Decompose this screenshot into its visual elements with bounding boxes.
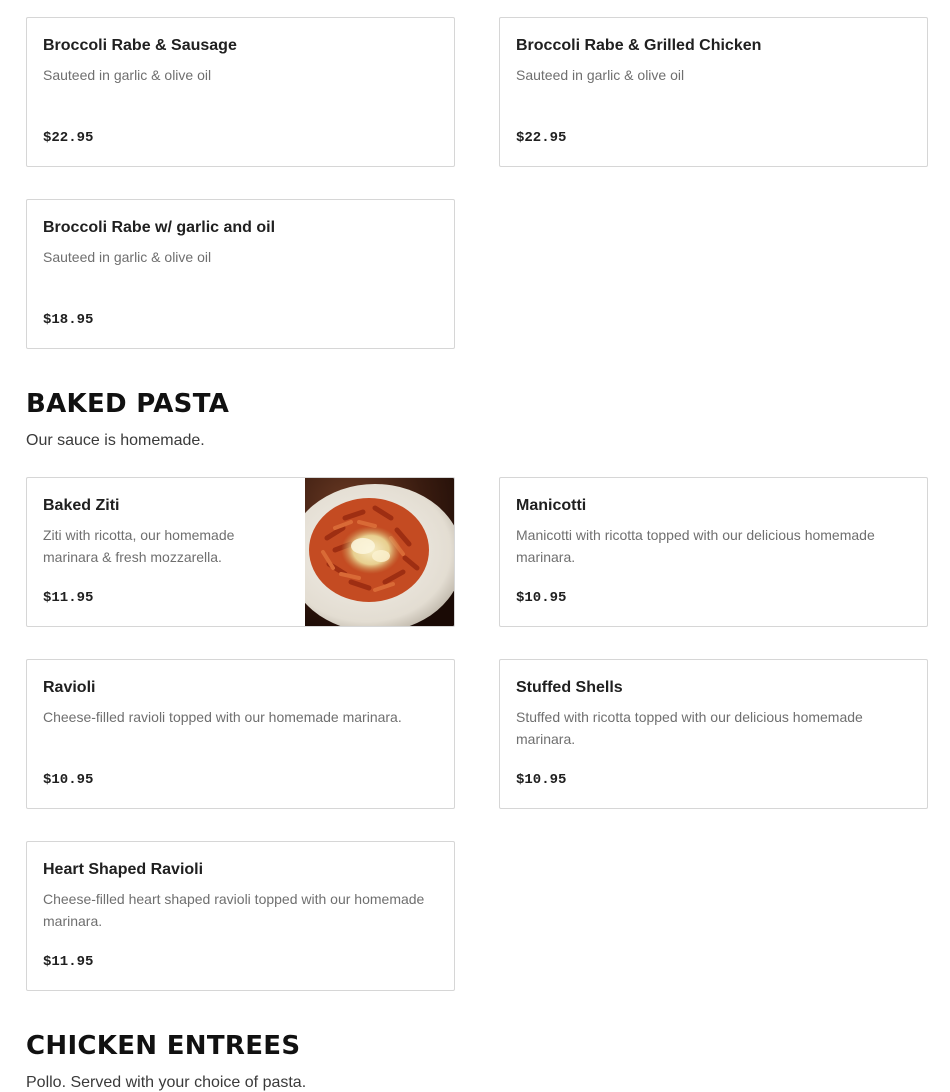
menu-item-name: Broccoli Rabe w/ garlic and oil [43, 219, 276, 236]
menu-item-card[interactable]: Broccoli Rabe w/ garlic and oil Sauteed … [26, 199, 455, 349]
menu-item-price: $10.95 [43, 772, 94, 788]
menu-item-price: $22.95 [516, 130, 567, 146]
menu-item-price: $22.95 [43, 130, 94, 146]
menu-item-card[interactable]: Ravioli Cheese-filled ravioli topped wit… [26, 659, 455, 809]
menu-item-card[interactable]: Heart Shaped Ravioli Cheese-filled heart… [26, 841, 455, 991]
menu-item-name: Stuffed Shells [516, 679, 623, 696]
menu-item-name: Broccoli Rabe & Sausage [43, 37, 237, 54]
menu-item-description: Stuffed with ricotta topped with our del… [516, 709, 863, 747]
menu-item-price: $11.95 [43, 590, 94, 606]
menu-item-price: $10.95 [516, 590, 567, 606]
menu-item-description: Sauteed in garlic & olive oil [516, 67, 685, 83]
menu-item-description: Cheese-filled heart shaped ravioli toppe… [43, 891, 425, 929]
menu-item-name: Heart Shaped Ravioli [43, 861, 204, 878]
section-subtitle-baked-pasta: Our sauce is homemade. [26, 432, 205, 449]
menu-item-name: Baked Ziti [43, 497, 120, 514]
menu-item-name: Manicotti [516, 497, 587, 514]
menu-item-description: Ziti with ricotta, our homemade marinara… [43, 527, 235, 565]
baked-ziti-photo [305, 478, 454, 626]
menu-item-description: Sauteed in garlic & olive oil [43, 67, 212, 83]
menu-item-price: $11.95 [43, 954, 94, 970]
menu-item-card[interactable]: Broccoli Rabe & Sausage Sauteed in garli… [26, 17, 455, 167]
menu-item-description: Manicotti with ricotta topped with our d… [516, 527, 875, 565]
section-subtitle-chicken-entrees: Pollo. Served with your choice of pasta. [26, 1074, 307, 1091]
menu-item-description: Sauteed in garlic & olive oil [43, 249, 212, 265]
menu-item-price: $10.95 [516, 772, 567, 788]
menu-item-card[interactable]: Manicotti Manicotti with ricotta topped … [499, 477, 928, 627]
menu-item-description: Cheese-filled ravioli topped with our ho… [43, 709, 402, 725]
menu-item-card[interactable]: Stuffed Shells Stuffed with ricotta topp… [499, 659, 928, 809]
menu-item-name: Ravioli [43, 679, 96, 696]
section-title-chicken-entrees: CHICKEN ENTREES [26, 1031, 301, 1061]
menu-item-price: $18.95 [43, 312, 94, 328]
menu-item-name: Broccoli Rabe & Grilled Chicken [516, 37, 762, 54]
section-title-baked-pasta: BAKED PASTA [26, 389, 230, 419]
menu-item-card[interactable]: Baked Ziti Ziti with ricotta, our homema… [26, 477, 455, 627]
menu-item-card[interactable]: Broccoli Rabe & Grilled Chicken Sauteed … [499, 17, 928, 167]
